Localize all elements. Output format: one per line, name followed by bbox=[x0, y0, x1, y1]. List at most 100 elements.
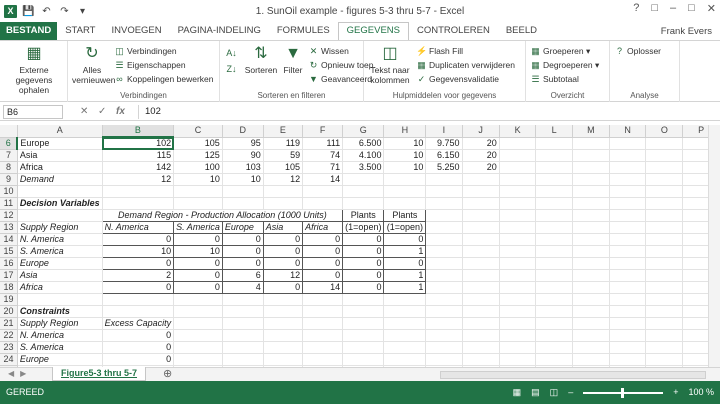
cell[interactable]: Africa bbox=[17, 161, 103, 174]
tab-view[interactable]: BEELD bbox=[498, 22, 545, 40]
sheet-nav-arrows-icon[interactable]: ◀▶ bbox=[8, 369, 32, 378]
cell[interactable] bbox=[462, 293, 500, 306]
cell[interactable] bbox=[645, 149, 684, 162]
cell[interactable] bbox=[425, 329, 463, 342]
column-header[interactable]: O bbox=[645, 125, 684, 138]
formula-input[interactable]: 102 bbox=[138, 105, 716, 119]
cell[interactable] bbox=[302, 353, 344, 366]
cell[interactable] bbox=[342, 341, 385, 354]
cell[interactable] bbox=[645, 173, 684, 186]
insert-function-icon[interactable]: fx bbox=[116, 106, 125, 117]
cell[interactable] bbox=[462, 233, 500, 246]
cell[interactable] bbox=[572, 341, 610, 354]
cell[interactable] bbox=[609, 233, 647, 246]
subtotal-button[interactable]: ☰ Subtotaal bbox=[530, 73, 578, 85]
cell[interactable]: 1 bbox=[383, 269, 427, 282]
column-header[interactable]: K bbox=[499, 125, 537, 138]
help-icon[interactable]: ? bbox=[633, 2, 639, 15]
column-header[interactable]: J bbox=[462, 125, 500, 138]
cell[interactable] bbox=[342, 197, 385, 210]
cell[interactable]: Europe bbox=[221, 221, 264, 234]
cell[interactable] bbox=[535, 233, 573, 246]
cell[interactable]: 0 bbox=[221, 257, 264, 270]
column-header[interactable]: M bbox=[572, 125, 610, 138]
tab-page-layout[interactable]: PAGINA-INDELING bbox=[170, 22, 269, 40]
cell[interactable] bbox=[425, 305, 463, 318]
cell[interactable]: S. America bbox=[173, 221, 223, 234]
cell[interactable] bbox=[383, 341, 427, 354]
cell[interactable] bbox=[645, 305, 684, 318]
cell[interactable] bbox=[383, 329, 427, 342]
name-box[interactable]: B6 bbox=[3, 105, 63, 119]
cell[interactable]: 0 bbox=[102, 353, 175, 366]
row-header[interactable]: 11 bbox=[0, 197, 18, 210]
column-header[interactable]: C bbox=[173, 125, 223, 138]
cell[interactable]: Africa bbox=[17, 281, 103, 294]
undo-icon[interactable]: ↶ bbox=[40, 5, 53, 18]
cell[interactable]: 100 bbox=[173, 161, 223, 174]
cell[interactable] bbox=[499, 137, 537, 150]
zoom-slider[interactable] bbox=[583, 387, 664, 398]
user-name[interactable]: Frank Evers bbox=[661, 26, 712, 37]
cell[interactable]: 0 bbox=[342, 245, 385, 258]
cell[interactable]: Supply Region bbox=[17, 317, 103, 330]
cell[interactable] bbox=[609, 197, 647, 210]
cell[interactable] bbox=[645, 341, 684, 354]
cell[interactable]: 1 bbox=[383, 281, 427, 294]
cell[interactable] bbox=[572, 245, 610, 258]
cell[interactable]: 71 bbox=[302, 161, 344, 174]
cell[interactable] bbox=[342, 305, 385, 318]
group-button[interactable]: ▦ Groeperen ▾ bbox=[530, 45, 590, 57]
cell[interactable] bbox=[499, 341, 537, 354]
cell[interactable] bbox=[342, 317, 385, 330]
cell[interactable]: 0 bbox=[262, 245, 304, 258]
cell[interactable]: 0 bbox=[383, 233, 427, 246]
cell[interactable]: S. America bbox=[17, 341, 103, 354]
cell[interactable]: 90 bbox=[222, 149, 264, 162]
properties-button[interactable]: ☰ Eigenschappen bbox=[114, 59, 185, 71]
cell[interactable] bbox=[222, 293, 264, 306]
column-header[interactable]: N bbox=[609, 125, 647, 138]
cell[interactable]: 102 bbox=[102, 137, 175, 150]
cell[interactable] bbox=[535, 161, 573, 174]
cell[interactable]: 0 bbox=[173, 269, 223, 282]
cell[interactable] bbox=[425, 209, 463, 222]
cell[interactable] bbox=[572, 317, 610, 330]
cell[interactable] bbox=[645, 233, 684, 246]
cell[interactable]: 0 bbox=[102, 329, 175, 342]
cell[interactable]: 0 bbox=[101, 257, 175, 270]
cell[interactable] bbox=[535, 293, 573, 306]
cell[interactable]: 0 bbox=[342, 233, 385, 246]
tab-file[interactable]: BESTAND bbox=[0, 22, 58, 40]
row-header[interactable]: 8 bbox=[0, 161, 18, 174]
cell[interactable] bbox=[17, 293, 103, 306]
cell[interactable]: 10 bbox=[383, 161, 427, 174]
cell[interactable] bbox=[302, 293, 344, 306]
cell[interactable]: Plants bbox=[383, 209, 427, 222]
cell[interactable] bbox=[535, 197, 573, 210]
cell[interactable]: 115 bbox=[102, 149, 175, 162]
cell[interactable] bbox=[425, 221, 463, 234]
cell[interactable] bbox=[222, 353, 264, 366]
cell[interactable] bbox=[342, 353, 385, 366]
data-validation-button[interactable]: ✓ Gegevensvalidatie bbox=[416, 73, 499, 85]
cell[interactable] bbox=[462, 185, 500, 198]
row-header[interactable]: 16 bbox=[0, 257, 18, 270]
cell[interactable]: 10 bbox=[222, 173, 264, 186]
clear-button[interactable]: ✕ Wissen bbox=[308, 45, 349, 57]
cell[interactable]: 14 bbox=[302, 281, 344, 294]
cell[interactable] bbox=[645, 269, 684, 282]
cell[interactable] bbox=[535, 281, 573, 294]
column-header[interactable]: H bbox=[383, 125, 427, 138]
cell[interactable] bbox=[383, 197, 427, 210]
cell[interactable] bbox=[263, 185, 304, 198]
cell[interactable]: 5.250 bbox=[425, 161, 463, 174]
cell[interactable] bbox=[462, 305, 500, 318]
row-header[interactable]: 15 bbox=[0, 245, 18, 258]
cell[interactable] bbox=[535, 173, 573, 186]
cell[interactable] bbox=[609, 305, 647, 318]
cell[interactable]: Plants bbox=[342, 209, 385, 222]
cell[interactable]: 0 bbox=[173, 281, 223, 294]
filter-button[interactable]: ▼ Filter bbox=[280, 45, 306, 75]
cell[interactable] bbox=[222, 185, 264, 198]
